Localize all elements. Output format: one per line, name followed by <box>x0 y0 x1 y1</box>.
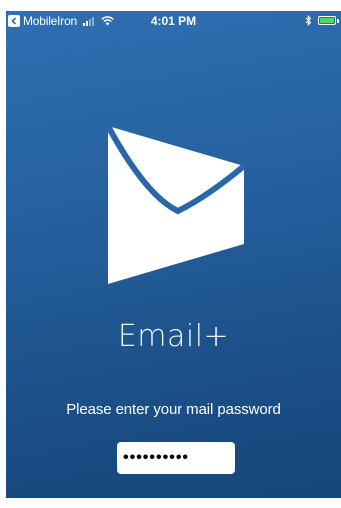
status-time: 4:01 PM <box>150 14 197 28</box>
envelope-icon <box>106 126 246 284</box>
password-field[interactable] <box>117 442 235 474</box>
bluetooth-icon <box>305 15 312 26</box>
battery-icon <box>318 16 339 25</box>
email-login-screen: MobileIron 4:01 PM Email+ Please enter y… <box>6 11 341 498</box>
status-right-group <box>305 15 339 26</box>
battery-fill <box>320 18 334 23</box>
status-bar: MobileIron 4:01 PM <box>6 11 341 33</box>
app-title: Email+ <box>117 319 230 354</box>
password-prompt: Please enter your mail password <box>66 401 281 418</box>
